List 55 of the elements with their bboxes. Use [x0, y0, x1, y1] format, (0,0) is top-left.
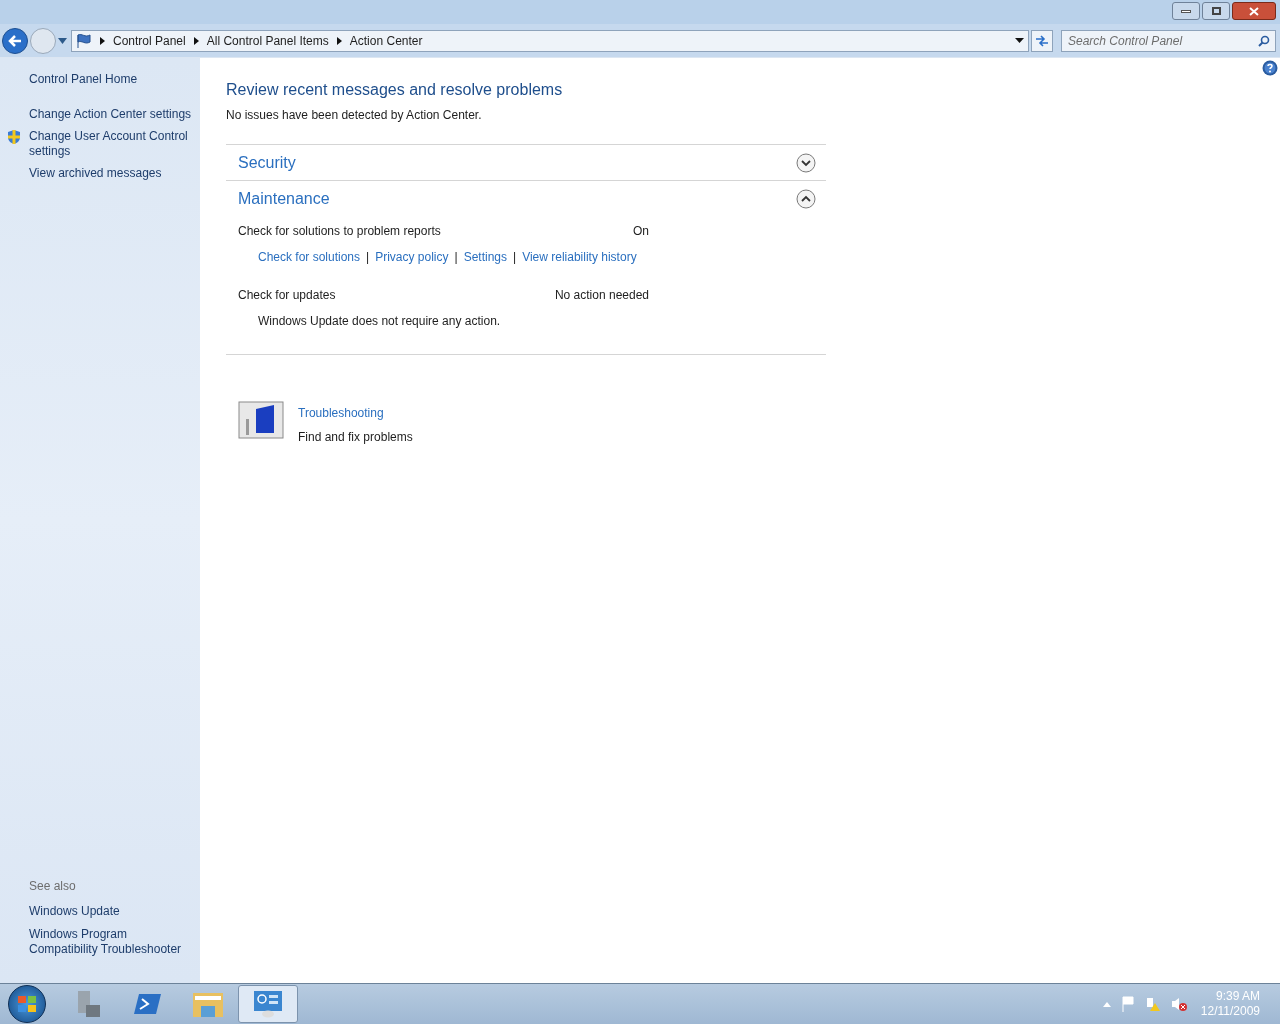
chevron-right-icon[interactable] — [336, 36, 342, 45]
action-link[interactable]: View reliability history — [522, 248, 637, 266]
refresh-icon — [1035, 34, 1049, 47]
start-button[interactable] — [8, 985, 46, 1023]
see-also-heading: See also — [29, 878, 77, 895]
section-title[interactable]: Security — [238, 150, 296, 175]
status-message: No issues have been detected by Action Center. — [226, 107, 483, 124]
close-button[interactable] — [1232, 2, 1276, 20]
troubleshooting-description: Find and fix problems — [298, 429, 413, 446]
restore-button[interactable] — [1202, 2, 1230, 20]
flag-icon — [76, 33, 92, 48]
separator: | — [454, 249, 458, 266]
search-icon[interactable] — [1258, 34, 1270, 47]
search-field[interactable]: Search Control Panel — [1061, 29, 1276, 52]
separator: | — [366, 249, 370, 266]
separator: | — [513, 249, 517, 266]
chevron-right-icon[interactable] — [193, 36, 199, 45]
setting-description: Windows Update does not require any action. — [257, 313, 502, 330]
sidebar-link[interactable]: Windows Program Compatibility Troubleshooter — [29, 927, 194, 957]
section-title[interactable]: Maintenance — [238, 186, 330, 211]
sidebar-link[interactable]: View archived messages — [29, 166, 162, 181]
terminal-icon — [134, 992, 162, 1016]
sidebar-link[interactable]: Control Panel Home — [29, 72, 138, 87]
dropdown-icon[interactable] — [1015, 38, 1024, 43]
page-heading: Review recent messages and resolve problems — [226, 80, 564, 100]
action-link[interactable]: Settings — [463, 248, 507, 266]
back-arrow-icon — [8, 34, 22, 47]
refresh-button[interactable] — [1031, 29, 1053, 52]
back-button[interactable] — [2, 27, 28, 54]
setting-label: Check for solutions to problem reports — [238, 223, 441, 240]
setting-label: Check for updates — [238, 287, 336, 304]
sidebar-link[interactable]: Change Action Center settings — [29, 107, 192, 122]
sidebar-link[interactable]: Windows Update — [29, 904, 194, 919]
windows-logo-icon — [17, 995, 37, 1013]
speaker-error-icon[interactable] — [1170, 996, 1187, 1012]
collapse-icon[interactable] — [796, 188, 816, 209]
help-icon[interactable] — [1262, 60, 1278, 76]
setting-status: On — [633, 223, 649, 240]
action-link[interactable]: Check for solutions — [258, 248, 361, 266]
troubleshooting-icon[interactable] — [238, 401, 284, 439]
breadcrumb[interactable]: All Control Panel Items — [206, 31, 329, 50]
action-link[interactable]: Privacy policy — [375, 248, 449, 266]
control-panel-icon — [253, 990, 283, 1018]
expand-icon[interactable] — [796, 152, 816, 173]
troubleshooting-link[interactable]: Troubleshooting — [298, 404, 413, 422]
folder-icon — [192, 990, 224, 1018]
setting-status: No action needed — [554, 287, 649, 304]
minimize-button[interactable] — [1172, 2, 1200, 20]
address-field[interactable]: Control Panel All Control Panel Items Action Center — [71, 29, 1029, 52]
breadcrumb[interactable]: Control Panel — [113, 31, 186, 50]
breadcrumb[interactable]: Action Center — [349, 31, 423, 50]
chevron-right-icon[interactable] — [100, 36, 105, 45]
taskbar-app[interactable] — [238, 985, 298, 1023]
close-icon — [1249, 6, 1259, 16]
sidebar-link[interactable]: Change User Account Control settings — [29, 129, 194, 159]
